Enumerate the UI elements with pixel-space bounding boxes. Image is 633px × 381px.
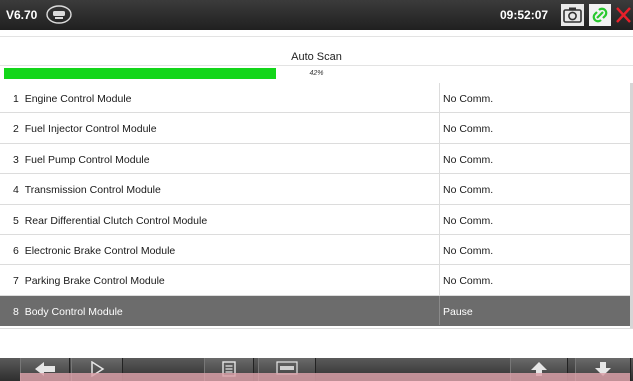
module-label: Electronic Brake Control Module [24,244,176,257]
module-row[interactable]: 6 Electronic Brake Control Module No Comm… [0,234,630,266]
module-list: 1 Engine Control Module No Comm. 2 Fuel In… [0,83,630,327]
column-divider [439,143,440,174]
column-divider [439,174,440,204]
column-divider [439,295,440,326]
module-index: 5 [13,214,19,227]
module-status: No Comm. [443,123,494,136]
module-status: Pause [443,305,473,318]
module-index: 6 [13,244,19,257]
module-label: Fuel Injector Control Module [24,123,157,136]
module-index: 3 [13,153,19,166]
module-name: 1 Engine Control Module [13,93,132,105]
progress-percent: 42% [309,70,324,77]
module-name: 7 Parking Brake Control Module [13,275,165,287]
module-index: 1 [13,93,19,105]
module-name: 6 Electronic Brake Control Module [13,245,175,257]
app-version: V6.70 [6,8,38,22]
top-status-bar: V6.70 09:52:07 [0,0,633,30]
module-status: No Comm. [443,93,494,105]
module-index: 2 [13,123,19,136]
clock: 09:52:07 [500,8,549,22]
title-bar: Auto Scan [0,36,633,66]
module-row[interactable]: 8 Body Control Module Pause [0,295,630,327]
module-status: No Comm. [443,184,494,197]
module-row[interactable]: 4 Transmission Control Module No Comm. [0,174,630,205]
module-row[interactable]: 7 Parking Brake Control Module No Comm. [0,265,630,296]
module-status: No Comm. [443,153,494,166]
column-divider [439,234,440,265]
module-name: 2 Fuel Injector Control Module [13,123,157,135]
scan-progress: 42% [0,66,633,83]
column-divider [439,83,440,113]
module-name: 5 Rear Differential Clutch Control Modul… [13,215,207,227]
camera-icon[interactable] [561,4,584,26]
module-label: Rear Differential Clutch Control Module [24,214,208,227]
column-divider [439,113,440,143]
system-tray-strip [20,373,630,381]
module-name: 8 Body Control Module [13,306,123,318]
module-label: Engine Control Module [24,93,132,105]
module-label: Body Control Module [24,305,123,318]
module-label: Parking Brake Control Module [24,275,165,288]
module-index: 8 [13,305,19,318]
module-status: No Comm. [443,214,494,227]
module-name: 4 Transmission Control Module [13,184,161,196]
module-status: No Comm. [443,244,494,257]
list-footer [0,328,633,358]
column-divider [439,204,440,234]
link-icon[interactable] [589,4,611,26]
close-icon[interactable] [614,5,633,25]
module-row[interactable]: 5 Rear Differential Clutch Control Modul… [0,204,630,235]
module-row[interactable]: 1 Engine Control Module No Comm. [0,83,630,114]
module-index: 4 [13,184,19,197]
page-title: Auto Scan [291,51,342,63]
module-row[interactable]: 3 Fuel Pump Control Module No Comm. [0,143,630,175]
vci-connection-icon [46,5,72,24]
module-index: 7 [13,275,19,288]
module-name: 3 Fuel Pump Control Module [13,154,150,166]
module-row[interactable]: 2 Fuel Injector Control Module No Comm. [0,113,630,144]
module-label: Fuel Pump Control Module [24,153,150,166]
module-label: Transmission Control Module [24,184,161,197]
column-divider [439,265,440,295]
module-status: No Comm. [443,275,494,288]
